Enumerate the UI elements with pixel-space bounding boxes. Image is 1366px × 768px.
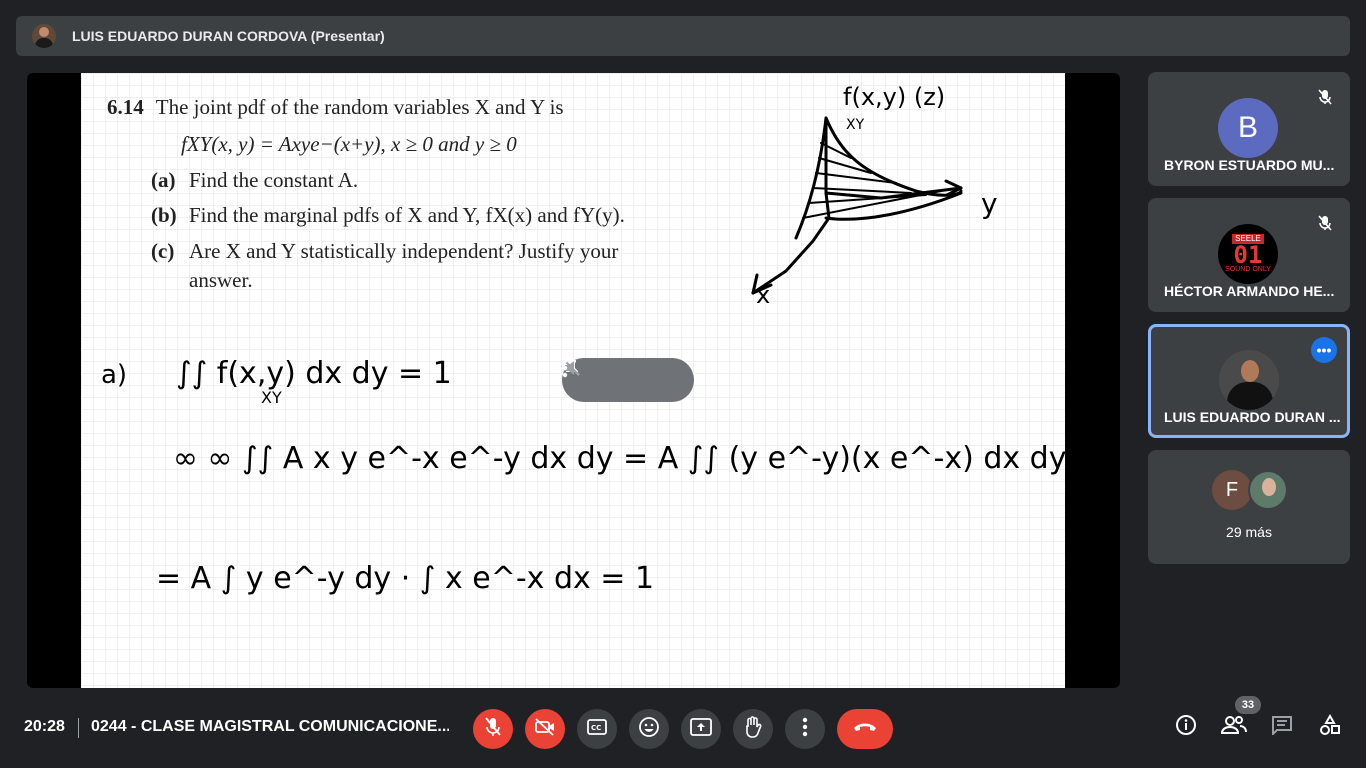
avatar: B (1218, 98, 1278, 158)
mic-off-icon (485, 716, 501, 742)
activities-button[interactable] (1317, 713, 1343, 741)
presenter-bar: LUIS EDUARDO DURAN CORDOVA (Presentar) (16, 16, 1350, 56)
handwriting-line-1: ∫∫ f(x,y) dx dy = 1 (176, 356, 452, 391)
clock: 20:28 (24, 718, 65, 735)
more-options-button[interactable]: ••• (1311, 337, 1337, 363)
present-button[interactable] (681, 709, 721, 749)
surface-sketch (751, 116, 963, 295)
more-options-icon[interactable] (562, 358, 681, 393)
participant-name: BYRON ESTUARDO MU... (1164, 157, 1335, 173)
mic-off-icon (1314, 212, 1336, 234)
more-participants-avatars: F (1212, 470, 1288, 510)
captions-icon: CC (587, 718, 607, 740)
sketch-label: f(x,y) (z) (843, 83, 945, 111)
leave-call-button[interactable] (837, 709, 893, 749)
participant-name: LUIS EDUARDO DURAN ... (1164, 409, 1340, 425)
more-participants-count: 29 más (1226, 524, 1272, 540)
mic-toggle-button[interactable] (473, 709, 513, 749)
sketch-sub: XY (846, 117, 865, 133)
chat-icon (1271, 715, 1293, 740)
hand-icon (743, 715, 763, 743)
sketch-axis-x: x (756, 281, 770, 309)
presentation-slide: 6.14 The joint pdf of the random variable… (81, 73, 1065, 688)
people-icon (1220, 715, 1247, 740)
participant-tile-byron[interactable]: B BYRON ESTUARDO MU... (1148, 72, 1350, 186)
participant-count-badge: 33 (1235, 696, 1261, 714)
more-vert-icon (802, 717, 808, 742)
handwriting-line-2: ∞ ∞ ∫∫ A x y e^-x e^-y dx dy = A ∫∫ (y e… (173, 441, 1065, 476)
more-options-button[interactable] (785, 709, 825, 749)
presenter-name: LUIS EDUARDO DURAN CORDOVA (Presentar) (72, 28, 385, 44)
sketch-axis-y: y (981, 187, 998, 220)
participant-tile-luis[interactable]: ••• LUIS EDUARDO DURAN ... (1148, 324, 1350, 438)
mic-off-icon (1314, 86, 1336, 108)
camera-toggle-button[interactable] (525, 709, 565, 749)
info-icon (1175, 714, 1197, 741)
avatar: F (1212, 470, 1252, 510)
participant-tile-more[interactable]: F 29 más (1148, 450, 1350, 564)
part-a-label: a) (101, 360, 127, 390)
emoji-icon (638, 716, 660, 743)
participant-tile-hector[interactable]: SEELE 01 SOUND ONLY HÉCTOR ARMANDO HE... (1148, 198, 1350, 312)
people-button[interactable] (1220, 714, 1247, 740)
chat-button[interactable] (1269, 714, 1295, 740)
meeting-title: 0244 - CLASE MAGISTRAL COMUNICACIONE... (91, 718, 449, 735)
bottom-toolbar: 20:28 0244 - CLASE MAGISTRAL COMUNICACIO… (0, 688, 1366, 768)
handwriting-line-1-sub: XY (261, 388, 282, 407)
activities-icon (1319, 713, 1341, 741)
raise-hand-button[interactable] (733, 709, 773, 749)
avatar: SEELE 01 SOUND ONLY (1218, 224, 1278, 284)
avatar (1219, 350, 1279, 410)
present-screen-icon (690, 717, 712, 741)
video-overlay-controls (562, 358, 694, 402)
handwriting-line-3: = A ∫ y e^-y dy · ∫ x e^-x dx = 1 (156, 561, 654, 596)
hang-up-icon (852, 720, 878, 738)
svg-text:CC: CC (591, 724, 601, 732)
meeting-details-button[interactable] (1173, 714, 1199, 740)
presenter-avatar (32, 24, 56, 48)
divider (78, 718, 79, 738)
camera-off-icon (534, 717, 556, 741)
captions-button[interactable]: CC (577, 709, 617, 749)
avatar (1248, 470, 1288, 510)
participant-name: HÉCTOR ARMANDO HE... (1164, 283, 1335, 299)
presentation-stage: 6.14 The joint pdf of the random variable… (27, 73, 1120, 688)
speaker-muted-icon[interactable] (564, 360, 641, 393)
reactions-button[interactable] (629, 709, 669, 749)
